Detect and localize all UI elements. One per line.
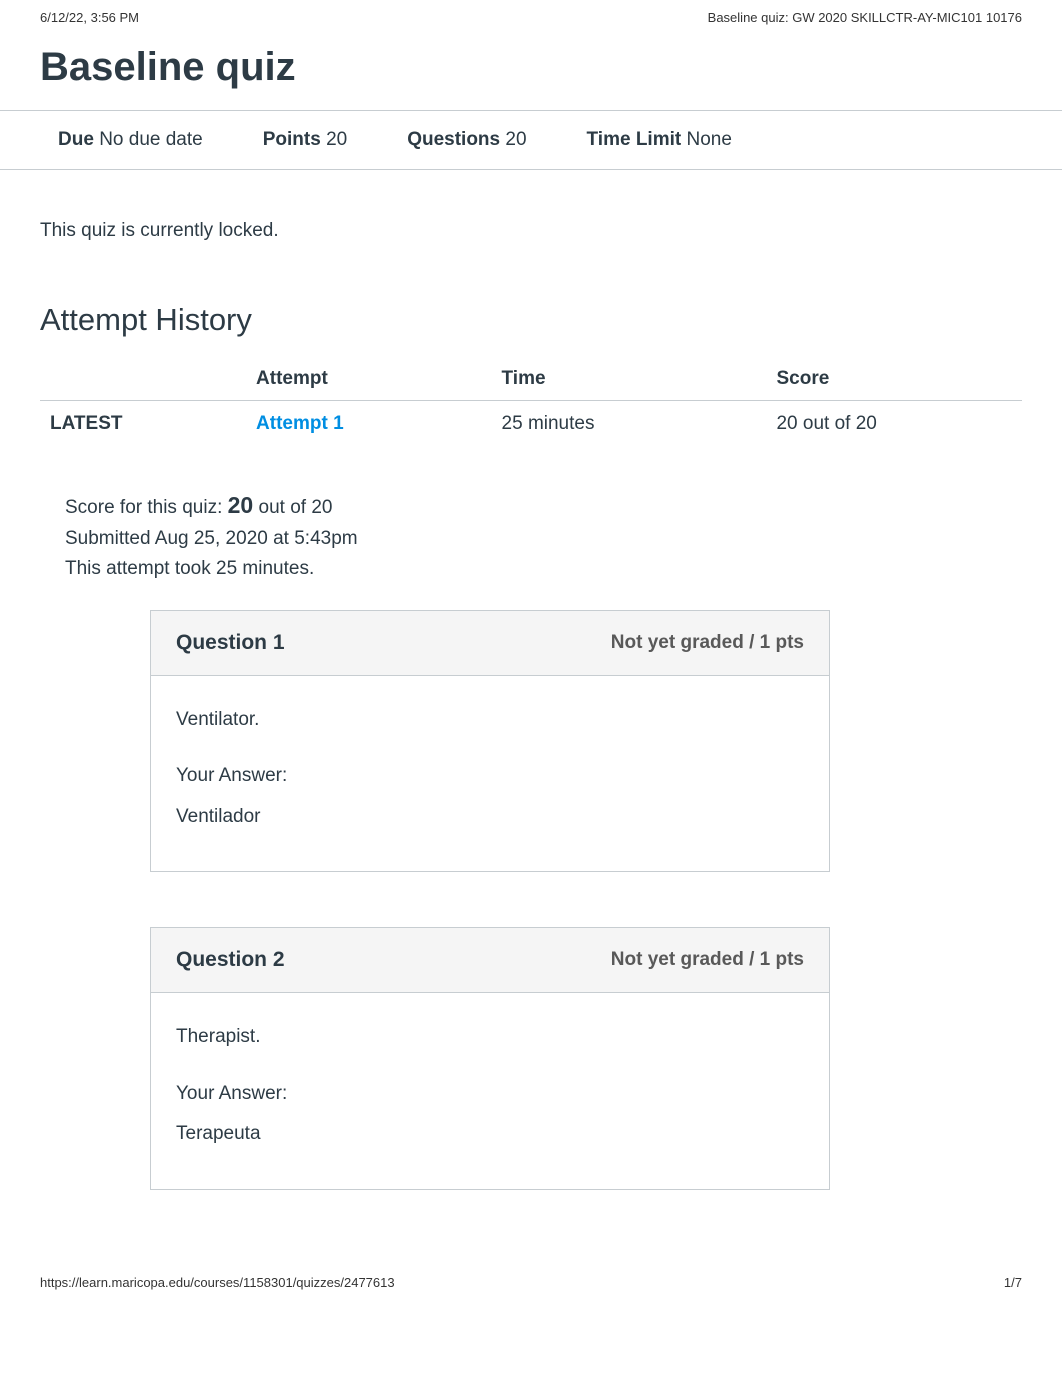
meta-questions: Questions 20 <box>407 129 526 151</box>
locked-message: This quiz is currently locked. <box>0 170 1062 272</box>
submitted-line: Submitted Aug 25, 2020 at 5:43pm <box>65 524 1002 554</box>
meta-points-value: 20 <box>326 129 347 150</box>
meta-questions-value: 20 <box>505 129 526 150</box>
meta-time-limit: Time Limit None <box>587 129 732 151</box>
question-card: Question 1 Not yet graded / 1 pts Ventil… <box>150 610 830 873</box>
score-value: 20 <box>228 492 254 518</box>
score-prefix: Score for this quiz: <box>65 497 228 518</box>
your-answer-label: Your Answer: <box>176 1080 804 1109</box>
question-card: Question 2 Not yet graded / 1 pts Therap… <box>150 927 830 1190</box>
score-line: Score for this quiz: 20 out of 20 <box>65 487 1002 524</box>
attempt-history-title: Attempt History <box>0 272 1062 358</box>
table-row: LATEST Attempt 1 25 minutes 20 out of 20 <box>40 401 1022 448</box>
score-suffix: out of 20 <box>253 497 332 518</box>
quiz-meta-bar: Due No due date Points 20 Questions 20 T… <box>0 110 1062 170</box>
meta-points: Points 20 <box>263 129 347 151</box>
attempt-score: 20 out of 20 <box>776 401 1022 448</box>
print-timestamp: 6/12/22, 3:56 PM <box>40 10 139 25</box>
meta-time-limit-label: Time Limit <box>587 129 682 150</box>
question-title: Question 1 <box>176 631 285 655</box>
attempt-status: LATEST <box>40 401 256 448</box>
table-header-time: Time <box>502 358 777 401</box>
score-summary: Score for this quiz: 20 out of 20 Submit… <box>0 447 1062 610</box>
print-header: 6/12/22, 3:56 PM Baseline quiz: GW 2020 … <box>0 0 1062 30</box>
attempt-link[interactable]: Attempt 1 <box>256 413 344 434</box>
page-title: Baseline quiz <box>0 30 1062 110</box>
your-answer-label: Your Answer: <box>176 762 804 791</box>
duration-line: This attempt took 25 minutes. <box>65 554 1002 584</box>
attempt-time: 25 minutes <box>502 401 777 448</box>
question-body: Ventilator. Your Answer: Ventilador <box>151 676 829 872</box>
meta-due: Due No due date <box>58 129 203 151</box>
print-footer: https://learn.maricopa.edu/courses/11583… <box>0 1245 1062 1300</box>
question-points: Not yet graded / 1 pts <box>611 632 804 654</box>
print-page-number: 1/7 <box>1004 1275 1022 1290</box>
table-header-empty <box>40 358 256 401</box>
question-prompt: Ventilator. <box>176 706 804 735</box>
question-prompt: Therapist. <box>176 1023 804 1052</box>
question-title: Question 2 <box>176 948 285 972</box>
print-doc-title: Baseline quiz: GW 2020 SKILLCTR-AY-MIC10… <box>708 10 1022 25</box>
question-header: Question 2 Not yet graded / 1 pts <box>151 928 829 993</box>
questions-container: Question 1 Not yet graded / 1 pts Ventil… <box>0 610 1062 1190</box>
print-url: https://learn.maricopa.edu/courses/11583… <box>40 1275 395 1290</box>
table-header-score: Score <box>776 358 1022 401</box>
question-header: Question 1 Not yet graded / 1 pts <box>151 611 829 676</box>
attempt-history-table: Attempt Time Score LATEST Attempt 1 25 m… <box>40 358 1022 447</box>
your-answer-text: Terapeuta <box>176 1120 804 1149</box>
question-points: Not yet graded / 1 pts <box>611 949 804 971</box>
meta-questions-label: Questions <box>407 129 500 150</box>
question-body: Therapist. Your Answer: Terapeuta <box>151 993 829 1189</box>
meta-points-label: Points <box>263 129 321 150</box>
meta-time-limit-value: None <box>686 129 731 150</box>
your-answer-text: Ventilador <box>176 803 804 832</box>
meta-due-label: Due <box>58 129 94 150</box>
meta-due-value: No due date <box>99 129 203 150</box>
table-header-attempt: Attempt <box>256 358 502 401</box>
